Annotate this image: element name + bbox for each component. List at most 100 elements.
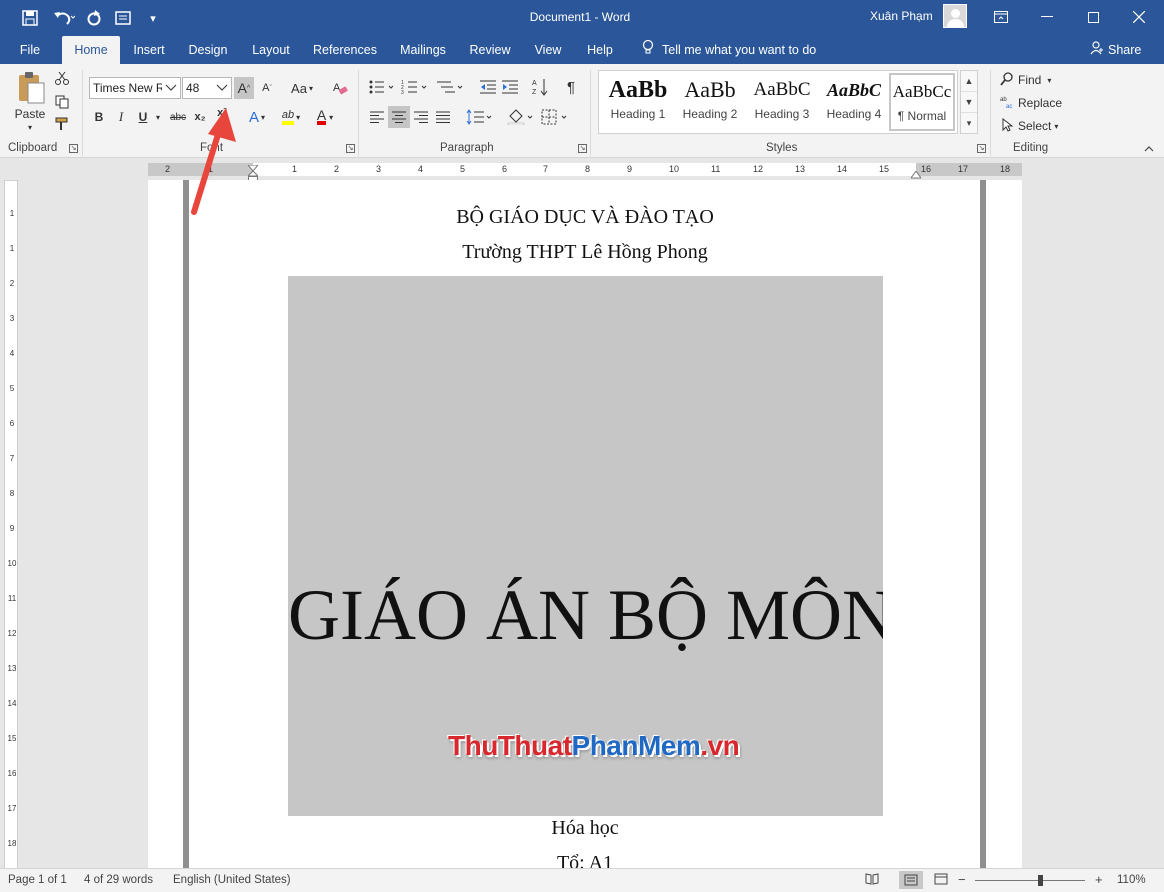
zoom-level[interactable]: 110% xyxy=(1117,874,1146,886)
chevron-down-icon[interactable] xyxy=(162,78,180,98)
share-button[interactable]: Share xyxy=(1090,36,1141,64)
tab-review[interactable]: Review xyxy=(465,36,515,64)
copy-icon[interactable] xyxy=(54,94,70,110)
vertical-ruler[interactable]: 112345678910111213141516171819 xyxy=(4,180,18,883)
ruler-number: 9 xyxy=(9,524,15,533)
multilevel-list-button[interactable] xyxy=(433,76,467,98)
zoom-slider[interactable] xyxy=(975,880,1085,881)
show-formatting-marks-icon[interactable]: ¶ xyxy=(562,76,580,98)
align-right-button[interactable] xyxy=(411,108,431,126)
shading-button[interactable] xyxy=(506,108,536,126)
decrease-indent-button[interactable] xyxy=(478,76,498,98)
tab-design[interactable]: Design xyxy=(183,36,233,64)
tab-insert[interactable]: Insert xyxy=(127,36,171,64)
word-count[interactable]: 4 of 29 words xyxy=(84,874,153,886)
close-button[interactable] xyxy=(1116,0,1162,34)
clipboard-dialog-launcher[interactable]: ↘ xyxy=(69,144,78,153)
font-name-combo[interactable]: Times New R xyxy=(89,77,181,99)
text-effects-button[interactable]: A ▾ xyxy=(244,108,270,126)
redo-icon[interactable] xyxy=(84,8,104,28)
tab-home[interactable]: Home xyxy=(62,36,120,64)
align-left-button[interactable] xyxy=(367,108,387,126)
zoom-in-button[interactable]: + xyxy=(1095,872,1103,887)
font-dialog-launcher[interactable]: ↘ xyxy=(346,144,355,153)
style-heading-1[interactable]: AaBb Heading 1 xyxy=(603,73,673,131)
shrink-font-button[interactable]: Aˇ xyxy=(258,77,276,99)
language-indicator[interactable]: English (United States) xyxy=(173,874,291,886)
user-name[interactable]: Xuân Phạm xyxy=(870,9,933,23)
tab-references[interactable]: References xyxy=(308,36,382,64)
gallery-more-icon[interactable]: ▾ xyxy=(961,113,977,134)
right-indent-marker[interactable] xyxy=(910,168,922,179)
strikethrough-button[interactable]: abc xyxy=(168,108,188,126)
cut-icon[interactable] xyxy=(54,70,70,86)
ruler-number: 13 xyxy=(795,164,806,174)
grow-font-button[interactable]: A ^ xyxy=(234,77,254,99)
paste-label[interactable]: Paste xyxy=(10,106,50,122)
replace-button[interactable]: ab ac Replace xyxy=(1000,94,1070,112)
tab-file[interactable]: File xyxy=(12,36,48,64)
format-painter-icon[interactable] xyxy=(54,116,70,132)
print-layout-icon[interactable] xyxy=(899,871,923,889)
bullets-button[interactable] xyxy=(367,76,397,98)
read-mode-icon[interactable] xyxy=(865,873,879,888)
change-case-button[interactable]: Aa ▾ xyxy=(287,77,317,99)
web-layout-icon[interactable] xyxy=(934,873,948,888)
borders-button[interactable] xyxy=(540,108,570,126)
style-sample: AaBbC xyxy=(826,80,882,100)
highlight-button[interactable]: ab ▾ xyxy=(276,108,306,126)
eraser-icon: A xyxy=(333,82,348,95)
tell-me-search[interactable]: Tell me what you want to do xyxy=(642,36,816,64)
line-spacing-button[interactable] xyxy=(465,108,495,126)
clear-formatting-button[interactable]: A xyxy=(330,77,350,99)
undo-icon[interactable] xyxy=(50,8,78,28)
print-preview-icon[interactable] xyxy=(113,8,133,28)
gallery-up-icon[interactable]: ▲ xyxy=(961,71,977,92)
horizontal-ruler[interactable]: 2 1 1 2 3 4 5 6 7 8 9 10 11 12 13 14 15 16 17 18 xyxy=(0,158,1164,181)
minimize-button[interactable] xyxy=(1024,0,1070,34)
collapse-ribbon-icon[interactable] xyxy=(1142,142,1156,154)
paste-dropdown-icon[interactable]: ▾ xyxy=(25,122,35,132)
document-heading-school[interactable]: Trường THPT Lê Hồng Phong xyxy=(148,241,1022,264)
avatar[interactable] xyxy=(943,4,967,28)
save-icon[interactable] xyxy=(20,8,40,28)
tab-layout[interactable]: Layout xyxy=(246,36,296,64)
find-button[interactable]: Find ▾ xyxy=(1000,71,1070,89)
page-count[interactable]: Page 1 of 1 xyxy=(8,874,67,886)
maximize-button[interactable] xyxy=(1070,0,1116,34)
numbering-button[interactable]: 123 xyxy=(400,76,430,98)
underline-dropdown-icon[interactable]: ▾ xyxy=(153,108,163,126)
styles-dialog-launcher[interactable]: ↘ xyxy=(977,144,986,153)
document-heading-ministry[interactable]: BỘ GIÁO DỤC VÀ ĐÀO TẠO xyxy=(148,206,1022,229)
cover-block[interactable]: GIÁO ÁN BỘ MÔN ThuThuatPhanMem.vn xyxy=(288,276,883,816)
font-size-combo[interactable]: 48 xyxy=(182,77,232,99)
increase-indent-button[interactable] xyxy=(500,76,520,98)
style-heading-4[interactable]: AaBbC Heading 4 xyxy=(819,73,889,131)
style-heading-3[interactable]: AaBbC Heading 3 xyxy=(747,73,817,131)
tab-mailings[interactable]: Mailings xyxy=(393,36,453,64)
sort-button[interactable]: AZ xyxy=(530,76,550,98)
style-heading-2[interactable]: AaBb Heading 2 xyxy=(675,73,745,131)
gallery-down-icon[interactable]: ▼ xyxy=(961,92,977,113)
font-color-button[interactable]: A ▾ xyxy=(310,108,340,126)
tab-view[interactable]: View xyxy=(527,36,569,64)
bold-button[interactable]: B xyxy=(92,108,106,126)
document-subject[interactable]: Hóa học xyxy=(148,817,1022,840)
first-line-indent-marker[interactable] xyxy=(246,160,260,172)
paragraph-dialog-launcher[interactable]: ↘ xyxy=(578,144,587,153)
zoom-slider-thumb[interactable] xyxy=(1038,875,1043,886)
tab-help[interactable]: Help xyxy=(580,36,620,64)
justify-button[interactable] xyxy=(433,108,453,126)
customize-quick-access-icon[interactable]: ▾ xyxy=(143,8,163,28)
zoom-out-button[interactable]: − xyxy=(958,872,966,887)
select-button[interactable]: Select ▾ xyxy=(1000,117,1070,135)
hanging-indent-marker[interactable] xyxy=(246,170,260,181)
underline-button[interactable]: U xyxy=(136,108,150,126)
cover-title[interactable]: GIÁO ÁN BỘ MÔN xyxy=(288,574,883,657)
italic-button[interactable]: I xyxy=(114,108,128,126)
ribbon-display-options-button[interactable] xyxy=(978,0,1024,34)
style-normal[interactable]: AaBbCc ¶ Normal xyxy=(889,73,955,131)
chevron-down-icon[interactable] xyxy=(213,78,231,98)
align-center-button[interactable] xyxy=(388,106,410,128)
paste-button[interactable] xyxy=(14,70,48,106)
